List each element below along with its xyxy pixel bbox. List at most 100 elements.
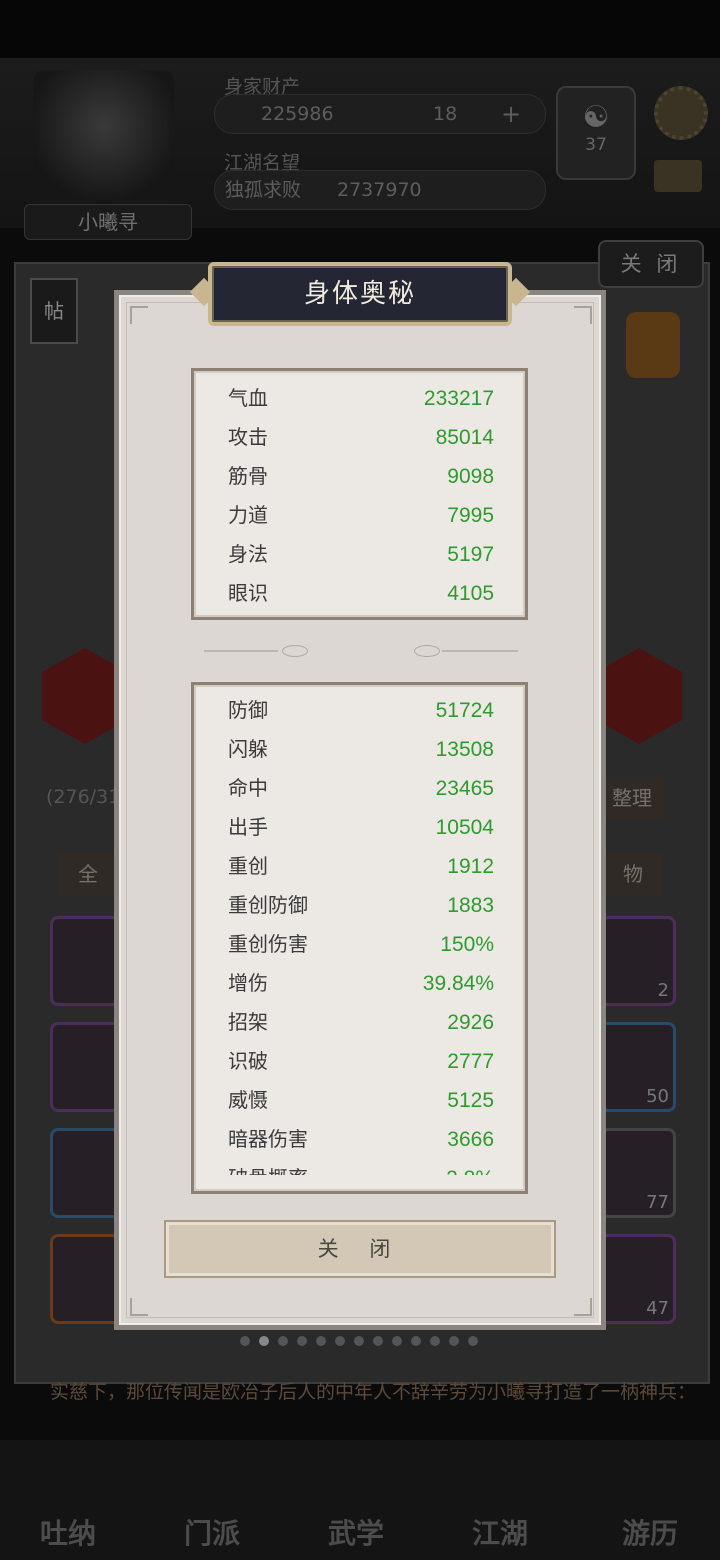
stat-label: 防御: [228, 698, 268, 722]
stat-value: 9098: [447, 465, 494, 488]
stat-label: 破骨概率: [228, 1159, 308, 1175]
secondary-stats-box: 防御 51724 闪躲 13508 命中 23465 出手 10504 重创 1912 重创防御 18…: [191, 682, 528, 1194]
filter-item-tab[interactable]: 物: [604, 852, 662, 896]
level-value: 37: [585, 135, 607, 155]
divider-ornament: [282, 645, 308, 657]
fame-title: 独孤求败: [225, 179, 302, 201]
stat-label: 增伤: [228, 971, 268, 995]
stat-row: 眼识 4105: [228, 574, 494, 613]
nav-tuna[interactable]: 吐纳: [8, 1512, 128, 1552]
stat-label: 命中: [228, 776, 268, 800]
stat-row: 防御 51724: [228, 691, 494, 730]
background-close-button[interactable]: 关 闭: [598, 240, 704, 288]
stat-row: 身法 5197: [228, 535, 494, 574]
stat-row: 命中 23465: [228, 769, 494, 808]
stat-label: 筋骨: [228, 464, 268, 488]
stat-label: 力道: [228, 503, 268, 527]
add-currency-icon[interactable]: +: [501, 95, 521, 133]
stat-value: 5197: [447, 543, 494, 566]
stat-label: 眼识: [228, 581, 268, 605]
player-name: 小曦寻: [24, 204, 192, 240]
stat-label: 闪躲: [228, 737, 268, 761]
invitation-icon[interactable]: 帖: [30, 278, 78, 344]
stat-label: 气血: [228, 386, 268, 410]
taiji-icon: ☯: [582, 100, 610, 135]
stat-row: 威慑 5125: [228, 1081, 494, 1120]
stat-row: 破骨概率 2.8%: [228, 1159, 494, 1175]
inventory-slot[interactable]: 2: [600, 916, 676, 1006]
level-badge[interactable]: ☯ 37: [556, 86, 636, 180]
inventory-slot[interactable]: 77: [600, 1128, 676, 1218]
corner-ornament: [574, 1298, 592, 1316]
status-bar: [0, 0, 720, 58]
stat-row: 重创伤害 150%: [228, 925, 494, 964]
corner-ornament: [130, 1298, 148, 1316]
stat-value: 1883: [447, 894, 494, 917]
mail-icon[interactable]: [654, 160, 702, 192]
stat-value: 1912: [447, 855, 494, 878]
stat-label: 重创伤害: [228, 932, 308, 956]
stat-value: 5125: [447, 1089, 494, 1112]
sort-button[interactable]: 整理: [600, 776, 664, 820]
stat-value: 3666: [447, 1128, 494, 1151]
primary-stats-box: 气血 233217 攻击 85014 筋骨 9098 力道 7995 身法 5197 眼识 4105: [191, 368, 528, 620]
stat-label: 攻击: [228, 425, 268, 449]
stat-row: 招架 2926: [228, 1003, 494, 1042]
stat-row: 增伤 39.84%: [228, 964, 494, 1003]
stat-value: 4105: [447, 582, 494, 605]
stat-value: 23465: [435, 777, 494, 800]
stat-label: 招架: [228, 1010, 268, 1034]
secondary-stats-list[interactable]: 防御 51724 闪躲 13508 命中 23465 出手 10504 重创 1912 重创防御 18…: [194, 685, 525, 1175]
stat-label: 重创: [228, 854, 268, 878]
stat-value: 2.8%: [446, 1159, 494, 1175]
stat-label: 身法: [228, 542, 268, 566]
stat-label: 识破: [228, 1049, 268, 1073]
stat-row: 筋骨 9098: [228, 457, 494, 496]
stat-row: 力道 7995: [228, 496, 494, 535]
player-avatar[interactable]: [34, 70, 174, 210]
nav-sect[interactable]: 门派: [152, 1512, 272, 1552]
stat-value: 2777: [447, 1050, 494, 1073]
stat-label: 重创防御: [228, 893, 308, 917]
fame-bar: 独孤求败 2737970: [214, 170, 546, 210]
stat-value: 10504: [435, 816, 494, 839]
story-text: 实慈下，那位传闻是欧冶子后人的中年人不辞辛劳为小曦寻打造了一柄神兵：: [50, 1381, 690, 1403]
nav-travel[interactable]: 游历: [590, 1512, 710, 1552]
stat-value: 51724: [435, 699, 494, 722]
stat-row: 气血 233217: [228, 379, 494, 418]
stat-label: 出手: [228, 815, 268, 839]
stat-row: 暗器伤害 3666: [228, 1120, 494, 1159]
modal-title: 身体奥秘: [303, 279, 416, 309]
stat-value: 39.84%: [422, 972, 494, 995]
fame-value: 2737970: [337, 179, 422, 201]
divider-line: [442, 650, 518, 652]
modal-title-plate: 身体奥秘: [208, 262, 512, 326]
wealth-bar: 225986 18 +: [214, 94, 546, 134]
nav-jianghu[interactable]: 江湖: [440, 1512, 560, 1552]
stat-row: 攻击 85014: [228, 418, 494, 457]
stat-value: 2926: [447, 1011, 494, 1034]
page-indicator: [240, 1336, 478, 1346]
gear-icon[interactable]: [654, 86, 708, 140]
stat-value: 13508: [435, 738, 494, 761]
stat-row: 出手 10504: [228, 808, 494, 847]
stat-row: 重创防御 1883: [228, 886, 494, 925]
corner-ornament: [574, 306, 592, 324]
bag-count: (276/31: [46, 786, 121, 808]
stat-label: 暗器伤害: [228, 1127, 308, 1151]
corner-ornament: [130, 306, 148, 324]
stat-row: 重创 1912: [228, 847, 494, 886]
nav-martial-arts[interactable]: 武学: [296, 1512, 416, 1552]
jade-amount: 18: [433, 103, 458, 125]
seal-icon[interactable]: [626, 312, 680, 378]
stat-row: 闪躲 13508: [228, 730, 494, 769]
stat-value: 7995: [447, 504, 494, 527]
stat-row: 识破 2777: [228, 1042, 494, 1081]
close-button[interactable]: 关 闭: [164, 1220, 556, 1278]
gold-amount: 225986: [261, 103, 334, 125]
inventory-slot[interactable]: 47: [600, 1234, 676, 1324]
stat-value: 150%: [440, 933, 494, 956]
inventory-slot[interactable]: 50: [600, 1022, 676, 1112]
filter-all-tab[interactable]: 全: [58, 852, 118, 896]
stat-value: 233217: [423, 387, 494, 410]
